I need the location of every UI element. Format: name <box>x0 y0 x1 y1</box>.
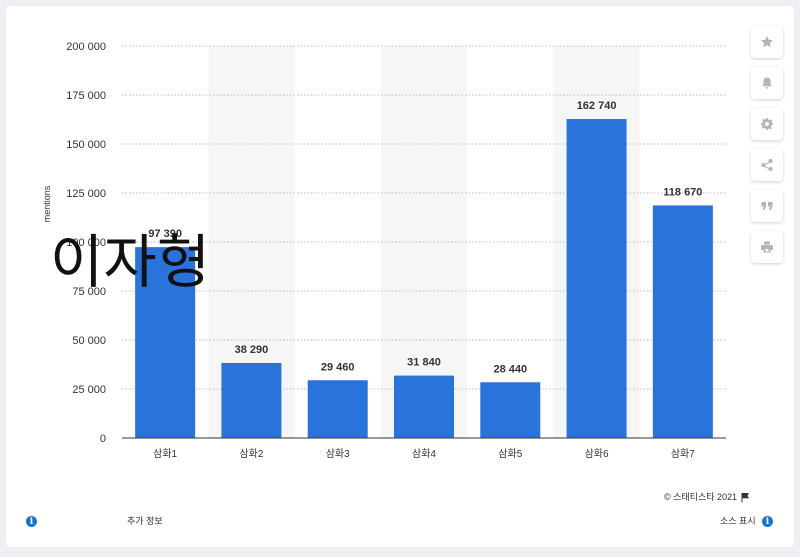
gear-icon <box>761 118 773 130</box>
x-tick-label: 삼화7 <box>671 448 695 460</box>
info-icon[interactable]: i <box>26 516 37 527</box>
copyright-notice: © 스태티스타 2021 <box>664 490 751 503</box>
bar <box>480 382 541 438</box>
bar <box>566 119 627 438</box>
flag-icon <box>741 493 749 503</box>
data-label: 162 740 <box>577 100 617 112</box>
y-tick-label: 200 000 <box>66 41 106 53</box>
chart-card: 0 25 000 50 000 75 000 100 000 125 000 150 000… <box>6 6 794 547</box>
favorite-button[interactable] <box>751 26 783 58</box>
show-source-link[interactable]: 소스 표시 <box>720 514 756 527</box>
x-tick-label: 삼화3 <box>326 448 350 460</box>
x-tick-label: 삼화1 <box>153 448 177 460</box>
bar-chart: 025 00050 00075 000100 000125 000150 000… <box>42 41 726 460</box>
data-label: 118 670 <box>663 186 702 198</box>
y-tick-label: 150 000 <box>66 139 106 151</box>
y-tick-label: 25 000 <box>72 384 106 396</box>
y-tick-label: 125 000 <box>66 188 106 200</box>
x-tick-label: 삼화5 <box>498 448 522 460</box>
data-label: 28 440 <box>493 363 527 375</box>
bar <box>394 375 454 438</box>
bar <box>307 380 368 438</box>
notification-button[interactable] <box>751 67 783 99</box>
bar <box>221 362 282 438</box>
star-icon <box>761 36 773 48</box>
x-tick-label: 삼화4 <box>412 448 436 460</box>
x-axis-ticks: 삼화1 삼화2 삼화3 삼화4 삼화5 삼화6 삼화7 <box>153 448 695 460</box>
y-tick-label: 0 <box>100 433 106 445</box>
chart-toolbar <box>751 26 785 272</box>
share-icon <box>761 159 773 171</box>
bar <box>652 205 713 438</box>
bell-icon <box>762 77 772 89</box>
print-button[interactable] <box>751 231 783 263</box>
x-tick-label: 삼화2 <box>239 448 263 460</box>
cite-button[interactable] <box>751 190 783 222</box>
settings-button[interactable] <box>751 108 783 140</box>
share-button[interactable] <box>751 149 783 181</box>
quote-icon <box>761 202 773 210</box>
print-icon <box>761 241 773 253</box>
data-label: 31 840 <box>407 357 441 369</box>
y-tick-label: 175 000 <box>66 90 106 102</box>
source-info-icon[interactable]: i <box>762 516 773 527</box>
more-info-link[interactable]: 추가 정보 <box>127 514 163 527</box>
overlay-text: 이자형 <box>50 228 210 296</box>
x-tick-label: 삼화6 <box>585 448 609 460</box>
y-axis-title: mentions <box>42 185 52 222</box>
data-label: 38 290 <box>235 344 269 356</box>
y-tick-label: 50 000 <box>72 335 106 347</box>
data-label: 29 460 <box>321 361 355 373</box>
copyright-text: © 스태티스타 2021 <box>664 492 738 502</box>
